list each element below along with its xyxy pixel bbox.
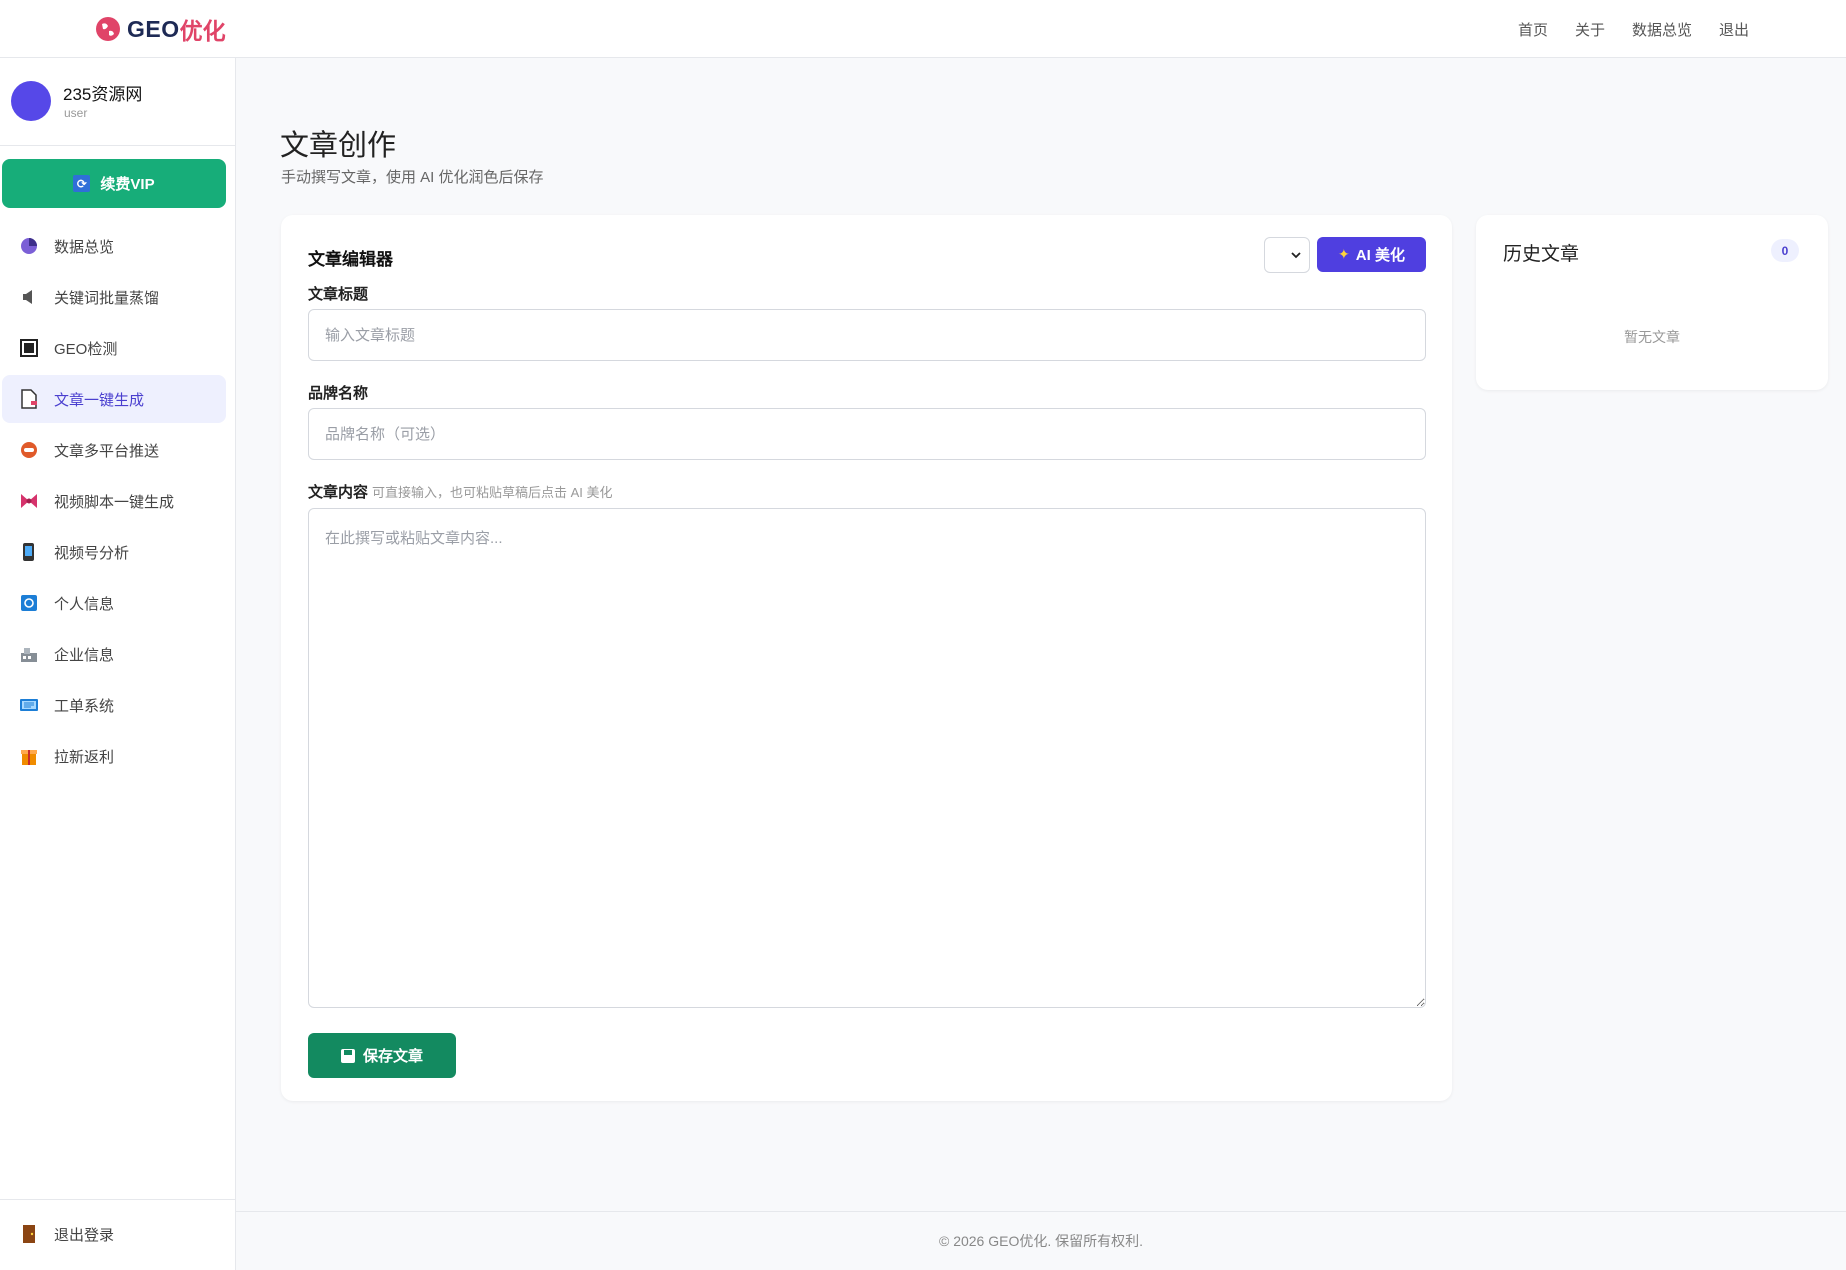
ai-beautify-button[interactable]: ✦ AI 美化 <box>1317 237 1426 272</box>
sidebar-item-article-generate[interactable]: 文章一键生成 <box>2 375 226 423</box>
page-footer: © 2026 GEO优化. 保留所有权利. <box>236 1211 1846 1270</box>
push-icon <box>19 440 39 460</box>
save-article-label: 保存文章 <box>362 1048 423 1065</box>
sidebar-item-label: 视频脚本一键生成 <box>54 493 175 511</box>
sparkle-icon: ✦ <box>1338 246 1350 262</box>
save-article-button[interactable]: 保存文章 <box>308 1033 456 1078</box>
door-icon <box>19 1224 39 1244</box>
top-header: GEO 优化 首页 关于 数据总览 退出 <box>0 0 1846 58</box>
logout-button[interactable]: 退出登录 <box>2 1210 226 1258</box>
title-field-label: 文章标题 <box>308 286 369 303</box>
sidebar-item-company-info[interactable]: 企业信息 <box>2 630 226 678</box>
profile-name: 235资源网 <box>63 85 143 104</box>
chevron-down-icon <box>1291 251 1301 258</box>
editor-title: 文章编辑器 <box>308 250 393 269</box>
ticket-icon <box>19 695 39 715</box>
sidebar: 235资源网 user ⟳ 续费VIP 数据总览 关键词批量蒸馏 GEO检测 文… <box>0 58 236 1270</box>
sidebar-item-geo-check[interactable]: GEO检测 <box>2 324 226 372</box>
sidebar-item-label: 工单系统 <box>54 697 115 715</box>
sidebar-item-dashboard[interactable]: 数据总览 <box>2 222 226 270</box>
sidebar-item-label: 视频号分析 <box>54 544 130 562</box>
sidebar-item-video-script[interactable]: 视频脚本一键生成 <box>2 477 226 525</box>
sidebar-item-article-push[interactable]: 文章多平台推送 <box>2 426 226 474</box>
sidebar-item-label: 数据总览 <box>54 238 115 256</box>
history-empty-text: 暂无文章 <box>1624 329 1680 345</box>
brand-text-geo: GEO <box>127 15 180 42</box>
page-subtitle: 手动撰写文章，使用 AI 优化润色后保存 <box>281 169 544 186</box>
nav-logout[interactable]: 退出 <box>1719 19 1749 40</box>
sidebar-item-label: 拉新返利 <box>54 748 115 766</box>
ribbon-icon <box>19 491 39 511</box>
brand-text-opt: 优化 <box>179 18 226 44</box>
article-content-textarea[interactable] <box>308 508 1426 1008</box>
profile-icon <box>19 593 39 613</box>
brand-logo[interactable]: GEO 优化 <box>95 12 226 46</box>
sidebar-item-keyword-distill[interactable]: 关键词批量蒸馏 <box>2 273 226 321</box>
refresh-icon: ⟳ <box>73 175 91 192</box>
renew-vip-label: 续费VIP <box>100 176 155 193</box>
sidebar-item-label: 企业信息 <box>54 646 115 664</box>
article-editor-card: 文章编辑器 ✦ AI 美化 文章标题 品牌名称 文章内容可直接输入，也可粘贴草稿… <box>281 215 1452 1101</box>
profile-role: user <box>64 106 88 120</box>
ai-beautify-label: AI 美化 <box>1355 247 1405 264</box>
sidebar-item-label: 文章多平台推送 <box>54 442 160 460</box>
model-select[interactable] <box>1264 237 1310 273</box>
content-hint: 可直接输入，也可粘贴草稿后点击 AI 美化 <box>372 485 613 500</box>
building-icon <box>19 644 39 664</box>
sidebar-item-referral-rebate[interactable]: 拉新返利 <box>2 732 226 780</box>
brand-name-input[interactable] <box>308 408 1426 460</box>
user-profile: 235资源网 user <box>0 58 235 146</box>
top-nav: 首页 关于 数据总览 退出 <box>1491 0 1749 58</box>
content-label-text: 文章内容 <box>308 484 369 501</box>
copyright-text: © 2026 GEO优化. 保留所有权利. <box>938 1233 1144 1249</box>
article-title-input[interactable] <box>308 309 1426 361</box>
sidebar-footer: 退出登录 <box>0 1199 235 1270</box>
content-field-label: 文章内容 可直接输入，也可粘贴草稿后点击 AI 美化 <box>308 481 613 502</box>
sidebar-item-label: GEO检测 <box>54 340 118 358</box>
page-title: 文章创作 <box>280 130 397 162</box>
chart-icon <box>19 236 39 256</box>
megaphone-icon <box>19 287 39 307</box>
history-title: 历史文章 <box>1503 244 1580 265</box>
sidebar-item-label: 个人信息 <box>54 595 115 613</box>
sidebar-item-label: 文章一键生成 <box>54 391 145 409</box>
renew-vip-button[interactable]: ⟳ 续费VIP <box>2 159 226 208</box>
logout-label: 退出登录 <box>54 1226 115 1244</box>
square-icon <box>19 338 39 358</box>
history-count-badge: 0 <box>1771 239 1799 262</box>
sidebar-item-ticket-system[interactable]: 工单系统 <box>2 681 226 729</box>
nav-home[interactable]: 首页 <box>1518 19 1548 40</box>
gift-icon <box>19 746 39 766</box>
brand-field-label: 品牌名称 <box>308 385 369 402</box>
document-icon <box>19 389 39 409</box>
phone-icon <box>19 542 39 562</box>
history-articles-card: 历史文章 0 暂无文章 <box>1476 215 1828 390</box>
floppy-icon <box>340 1048 355 1063</box>
nav-about[interactable]: 关于 <box>1575 19 1605 40</box>
avatar[interactable] <box>11 81 51 121</box>
nav-dashboard[interactable]: 数据总览 <box>1632 19 1692 40</box>
sidebar-item-label: 关键词批量蒸馏 <box>54 289 160 307</box>
sidebar-item-channel-analysis[interactable]: 视频号分析 <box>2 528 226 576</box>
sidebar-menu: 数据总览 关键词批量蒸馏 GEO检测 文章一键生成 文章多平台推送 视频脚本一键… <box>0 222 235 783</box>
globe-icon <box>96 17 120 41</box>
sidebar-item-personal-info[interactable]: 个人信息 <box>2 579 226 627</box>
